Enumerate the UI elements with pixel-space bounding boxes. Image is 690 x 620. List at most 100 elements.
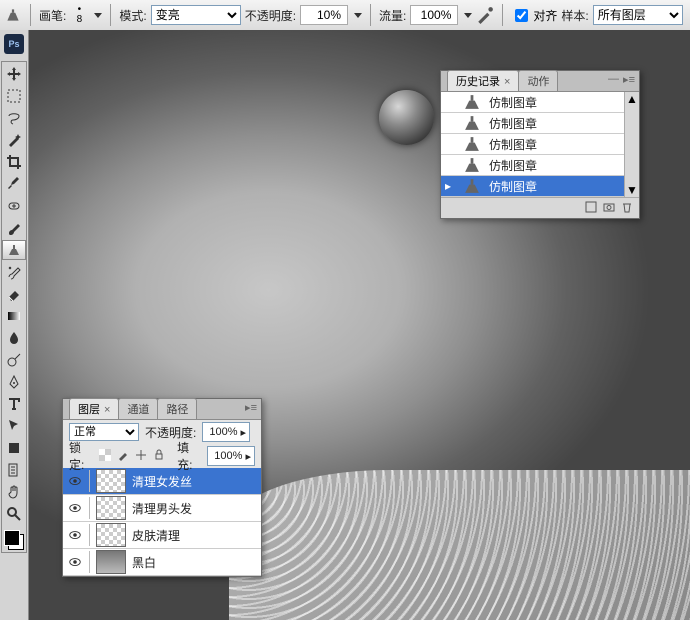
history-item-label: 仿制图章 bbox=[489, 115, 537, 132]
tab-layers[interactable]: 图层× bbox=[69, 398, 119, 419]
crop-tool[interactable] bbox=[2, 152, 26, 172]
dodge-tool[interactable] bbox=[2, 350, 26, 370]
tab-history[interactable]: 历史记录× bbox=[447, 70, 519, 91]
create-document-from-state-icon[interactable] bbox=[585, 201, 597, 216]
layer-item[interactable]: 清理男头发 bbox=[63, 495, 261, 522]
eyedropper-tool[interactable] bbox=[2, 174, 26, 194]
lock-transparency-icon[interactable] bbox=[99, 449, 111, 464]
history-item[interactable]: ▸ 仿制图章 bbox=[441, 176, 624, 197]
layer-name[interactable]: 皮肤清理 bbox=[132, 527, 180, 544]
history-brush-tool[interactable] bbox=[2, 262, 26, 282]
color-swatches[interactable] bbox=[4, 530, 24, 550]
magic-wand-tool[interactable] bbox=[2, 130, 26, 150]
lock-position-icon[interactable] bbox=[135, 449, 147, 464]
layer-name[interactable]: 黑白 bbox=[132, 554, 156, 571]
history-item-label: 仿制图章 bbox=[489, 157, 537, 174]
brush-preview[interactable]: • 8 bbox=[70, 6, 88, 24]
layer-thumbnail[interactable] bbox=[96, 523, 126, 547]
opacity-value[interactable]: 10% bbox=[300, 5, 348, 25]
left-tool-column: Ps bbox=[0, 30, 29, 620]
foreground-color-swatch[interactable] bbox=[4, 530, 20, 546]
path-selection-tool[interactable] bbox=[2, 416, 26, 436]
aligned-checkbox[interactable]: 对齐 bbox=[511, 6, 557, 25]
airbrush-icon[interactable] bbox=[476, 6, 494, 24]
shape-tool[interactable] bbox=[2, 438, 26, 458]
history-pointer-icon: ▸ bbox=[445, 179, 455, 193]
layer-item[interactable]: 皮肤清理 bbox=[63, 522, 261, 549]
canvas-illustration-pearl bbox=[379, 90, 434, 145]
history-item-label: 仿制图章 bbox=[489, 136, 537, 153]
lock-all-icon[interactable] bbox=[153, 449, 165, 464]
flow-value[interactable]: 100% bbox=[410, 5, 458, 25]
close-icon[interactable]: × bbox=[104, 404, 110, 416]
layer-thumbnail[interactable] bbox=[96, 469, 126, 493]
visibility-toggle-icon[interactable] bbox=[67, 554, 83, 570]
clone-stamp-icon bbox=[461, 93, 483, 111]
brush-picker-arrow[interactable] bbox=[94, 13, 102, 18]
toolbox bbox=[1, 61, 27, 553]
trash-icon[interactable] bbox=[621, 201, 633, 216]
lasso-tool[interactable] bbox=[2, 108, 26, 128]
fill-value[interactable]: 100% ▸ bbox=[207, 446, 255, 466]
layer-thumbnail[interactable] bbox=[96, 550, 126, 574]
brush-tool[interactable] bbox=[2, 218, 26, 238]
layer-opacity-label: 不透明度: bbox=[145, 424, 196, 441]
layer-opacity-value[interactable]: 100% ▸ bbox=[202, 422, 250, 442]
tab-paths[interactable]: 路径 bbox=[157, 398, 197, 419]
clone-stamp-icon bbox=[461, 114, 483, 132]
gradient-tool[interactable] bbox=[2, 306, 26, 326]
move-tool[interactable] bbox=[2, 64, 26, 84]
brush-label: 画笔: bbox=[39, 7, 66, 24]
hand-tool[interactable] bbox=[2, 482, 26, 502]
blend-mode-select[interactable]: 变亮 bbox=[151, 5, 241, 25]
scroll-down-arrow[interactable]: ▼ bbox=[625, 183, 639, 197]
layer-thumbnail[interactable] bbox=[96, 496, 126, 520]
history-item[interactable]: 仿制图章 bbox=[441, 134, 624, 155]
marquee-tool[interactable] bbox=[2, 86, 26, 106]
app-logo: Ps bbox=[4, 34, 24, 54]
history-panel: 历史记录× 动作 — ▸≡ 仿制图章仿制图章仿制图章仿制图章▸仿制图章 ▲ ▼ bbox=[440, 70, 640, 219]
flow-arrow[interactable] bbox=[464, 13, 472, 18]
clone-stamp-icon bbox=[461, 135, 483, 153]
history-scrollbar[interactable]: ▲ ▼ bbox=[624, 92, 639, 197]
type-tool[interactable] bbox=[2, 394, 26, 414]
layer-item[interactable]: 黑白 bbox=[63, 549, 261, 576]
clone-stamp-icon bbox=[461, 156, 483, 174]
lock-label: 锁定: bbox=[69, 439, 93, 473]
sample-select[interactable]: 所有图层 bbox=[593, 5, 683, 25]
layers-panel: 图层× 通道 路径 ▸≡ 正常 不透明度: 100% ▸ 锁定: 填充: 100… bbox=[62, 398, 262, 577]
notes-tool[interactable] bbox=[2, 460, 26, 480]
visibility-toggle-icon[interactable] bbox=[67, 473, 83, 489]
layer-name[interactable]: 清理女发丝 bbox=[132, 473, 192, 490]
tab-actions[interactable]: 动作 bbox=[518, 70, 558, 91]
pen-tool[interactable] bbox=[2, 372, 26, 392]
history-item-label: 仿制图章 bbox=[489, 178, 537, 195]
layer-name[interactable]: 清理男头发 bbox=[132, 500, 192, 517]
options-bar: 画笔: • 8 模式: 变亮 不透明度: 10% 流量: 100% 对齐 样本:… bbox=[0, 0, 690, 31]
layers-tabs: 图层× 通道 路径 bbox=[63, 399, 261, 420]
mode-label: 模式: bbox=[119, 7, 146, 24]
lock-pixels-icon[interactable] bbox=[117, 449, 129, 464]
scroll-up-arrow[interactable]: ▲ bbox=[625, 92, 639, 106]
opacity-arrow[interactable] bbox=[354, 13, 362, 18]
history-item[interactable]: 仿制图章 bbox=[441, 113, 624, 134]
layer-lock-row: 锁定: 填充: 100% ▸ bbox=[63, 444, 261, 468]
opacity-label: 不透明度: bbox=[245, 7, 296, 24]
visibility-toggle-icon[interactable] bbox=[67, 527, 83, 543]
panel-menu-icon[interactable]: ▸≡ bbox=[245, 401, 257, 414]
blur-tool[interactable] bbox=[2, 328, 26, 348]
clone-stamp-tool[interactable] bbox=[2, 240, 26, 260]
healing-brush-tool[interactable] bbox=[2, 196, 26, 216]
history-item[interactable]: 仿制图章 bbox=[441, 92, 624, 113]
snapshot-icon[interactable] bbox=[603, 201, 615, 216]
eraser-tool[interactable] bbox=[2, 284, 26, 304]
panel-menu-icon[interactable]: ▸≡ bbox=[623, 73, 635, 86]
minimize-icon[interactable]: — bbox=[608, 73, 619, 86]
history-item[interactable]: 仿制图章 bbox=[441, 155, 624, 176]
close-icon[interactable]: × bbox=[504, 76, 510, 88]
canvas-illustration-lace bbox=[229, 470, 690, 620]
tab-channels[interactable]: 通道 bbox=[118, 398, 158, 419]
history-list: 仿制图章仿制图章仿制图章仿制图章▸仿制图章 bbox=[441, 92, 624, 197]
visibility-toggle-icon[interactable] bbox=[67, 500, 83, 516]
zoom-tool[interactable] bbox=[2, 504, 26, 524]
